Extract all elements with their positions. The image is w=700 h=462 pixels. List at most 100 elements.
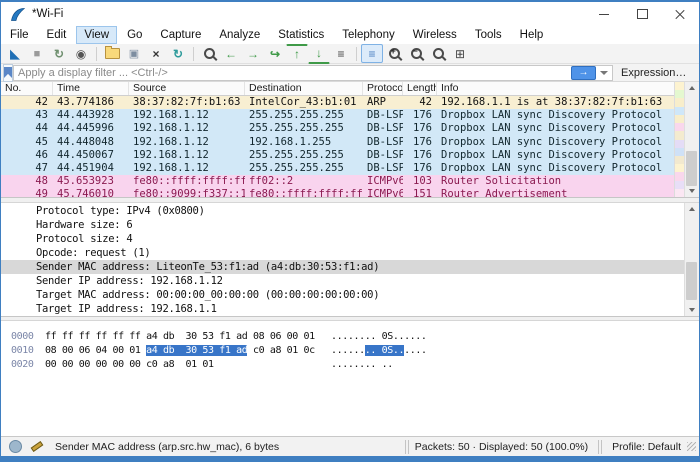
cell-no: 42 xyxy=(1,96,53,109)
menu-tools[interactable]: Tools xyxy=(467,26,510,44)
cell-time: 44.443928 xyxy=(53,109,129,122)
scrollbar-thumb[interactable] xyxy=(686,262,697,300)
hex-row[interactable]: 002000 00 00 00 00 00 c0 a8 01 01.......… xyxy=(1,358,699,372)
window-controls xyxy=(585,2,699,26)
packet-details-tree: Protocol type: IPv4 (0x0800)Hardware siz… xyxy=(1,203,685,316)
packet-row[interactable]: 4644.450067192.168.1.12255.255.255.255DB… xyxy=(1,149,675,162)
cell-protocol: DB-LSP_ xyxy=(363,109,403,122)
packet-row[interactable]: 4243.77418638:37:82:7f:b1:63IntelCor_43:… xyxy=(1,96,675,109)
column-header-source[interactable]: Source xyxy=(129,82,245,95)
scroll-down-icon[interactable] xyxy=(685,185,699,197)
open-file-icon[interactable] xyxy=(101,44,123,63)
cell-time: 44.445996 xyxy=(53,122,129,135)
scroll-up-icon[interactable] xyxy=(685,82,699,94)
hex-ascii-plain: .... xyxy=(404,345,426,356)
column-header-no[interactable]: No. xyxy=(1,82,53,95)
scroll-down-icon[interactable] xyxy=(685,304,699,316)
close-file-icon[interactable]: × xyxy=(145,44,167,63)
packet-row[interactable]: 4945.746010fe80::9099:f337::10fe80::ffff… xyxy=(1,188,675,197)
packet-row[interactable]: 4744.451904192.168.1.12255.255.255.255DB… xyxy=(1,162,675,175)
zoom-in-icon[interactable] xyxy=(383,44,405,63)
column-header-time[interactable]: Time xyxy=(53,82,129,95)
scrollbar-thumb[interactable] xyxy=(686,151,697,186)
cell-time: 43.774186 xyxy=(53,96,129,109)
packet-list-scrollbar[interactable] xyxy=(684,82,699,197)
save-file-icon[interactable]: ▣ xyxy=(123,44,145,63)
display-filter-input[interactable] xyxy=(14,66,571,80)
hex-offset: 0010 xyxy=(11,344,33,358)
capture-comment-icon[interactable] xyxy=(31,441,44,452)
display-filter-box: → xyxy=(13,65,613,81)
packet-row[interactable]: 4845.653923fe80::ffff:ffff:fffeff02::2IC… xyxy=(1,175,675,188)
menu-analyze[interactable]: Analyze xyxy=(211,26,268,44)
go-bottom-icon[interactable]: ↓ xyxy=(308,44,330,64)
detail-field[interactable]: Target MAC address: 00:00:00_00:00:00 (0… xyxy=(1,288,685,302)
packet-row[interactable]: 4444.445996192.168.1.12255.255.255.255DB… xyxy=(1,122,675,135)
detail-field[interactable]: Hardware size: 6 xyxy=(1,218,685,232)
packet-row[interactable]: 4544.448048192.168.1.12192.168.1.255DB-L… xyxy=(1,136,675,149)
menu-wireless[interactable]: Wireless xyxy=(405,26,465,44)
zoom-out-icon[interactable] xyxy=(405,44,427,63)
hex-row[interactable]: 0000ff ff ff ff ff ff a4 db 30 53 f1 ad … xyxy=(1,330,699,344)
stop-capture-icon[interactable]: ■ xyxy=(26,44,48,63)
detail-field[interactable]: Opcode: request (1) xyxy=(1,246,685,260)
expression-button[interactable]: Expression… xyxy=(621,67,686,79)
status-separator xyxy=(405,440,406,454)
menu-go[interactable]: Go xyxy=(119,26,150,44)
cell-no: 46 xyxy=(1,149,53,162)
start-capture-icon[interactable]: ◣ xyxy=(4,44,26,63)
menu-telephony[interactable]: Telephony xyxy=(334,26,402,44)
cell-no: 44 xyxy=(1,122,53,135)
cell-destination: fe80::ffff:ffff:fffe xyxy=(245,188,363,197)
hex-row[interactable]: 001008 00 06 04 00 01 a4 db 30 53 f1 ad … xyxy=(1,344,699,358)
resize-columns-icon[interactable]: ⊞ xyxy=(449,44,471,63)
detail-field[interactable]: Protocol type: IPv4 (0x0800) xyxy=(1,204,685,218)
column-header-destination[interactable]: Destination xyxy=(245,82,363,95)
cell-info: Dropbox LAN sync Discovery Protocol xyxy=(437,109,675,122)
menu-edit[interactable]: Edit xyxy=(39,26,75,44)
status-profile[interactable]: Profile: Default xyxy=(612,441,681,453)
cell-no: 43 xyxy=(1,109,53,122)
minimize-button[interactable] xyxy=(585,2,623,26)
close-button[interactable] xyxy=(661,2,699,26)
filter-bookmark-button[interactable] xyxy=(3,64,13,82)
details-scrollbar[interactable] xyxy=(684,203,699,316)
hex-ascii-plain: ........ 0S...... xyxy=(331,331,427,342)
resize-grip-icon[interactable] xyxy=(687,442,696,451)
detail-field[interactable]: Sender IP address: 192.168.1.12 xyxy=(1,274,685,288)
restart-capture-icon[interactable]: ↻ xyxy=(48,44,70,63)
go-to-packet-icon[interactable]: ↪ xyxy=(264,44,286,63)
expert-info-icon[interactable] xyxy=(9,440,22,453)
find-packet-icon[interactable] xyxy=(198,44,220,63)
apply-filter-button[interactable]: → xyxy=(571,66,596,80)
reload-file-icon[interactable]: ↻ xyxy=(167,44,189,63)
column-header-length[interactable]: Length xyxy=(403,82,437,95)
zoom-100-icon[interactable] xyxy=(427,44,449,63)
detail-field[interactable]: Sender MAC address: LiteonTe_53:f1:ad (a… xyxy=(1,260,685,274)
maximize-button[interactable] xyxy=(623,2,661,26)
packet-list-pane: No.TimeSourceDestinationProtocolLengthIn… xyxy=(1,82,699,197)
go-back-icon[interactable]: ← xyxy=(220,44,242,63)
colorize-icon[interactable]: ≡ xyxy=(361,44,383,63)
scroll-up-icon[interactable] xyxy=(685,203,699,215)
column-header-protocol[interactable]: Protocol xyxy=(363,82,403,95)
detail-field[interactable]: Target IP address: 192.168.1.1 xyxy=(1,302,685,316)
go-forward-icon[interactable]: → xyxy=(242,44,264,63)
title-bar[interactable]: *Wi-Fi xyxy=(1,2,699,26)
menu-statistics[interactable]: Statistics xyxy=(270,26,332,44)
cell-source: 192.168.1.12 xyxy=(129,162,245,175)
detail-field[interactable]: Protocol size: 4 xyxy=(1,232,685,246)
menu-capture[interactable]: Capture xyxy=(152,26,209,44)
packet-row[interactable]: 4344.443928192.168.1.12255.255.255.255DB… xyxy=(1,109,675,122)
capture-options-icon[interactable]: ◉ xyxy=(70,44,92,63)
cell-time: 44.450067 xyxy=(53,149,129,162)
hex-ascii: ........ .. xyxy=(331,358,393,372)
go-top-icon[interactable]: ↑ xyxy=(286,44,308,64)
auto-scroll-icon[interactable]: ≡ xyxy=(330,44,352,63)
menu-help[interactable]: Help xyxy=(512,26,552,44)
filter-dropdown-caret-icon[interactable] xyxy=(600,71,608,75)
menu-file[interactable]: File xyxy=(2,26,37,44)
column-header-info[interactable]: Info xyxy=(437,82,699,95)
zoom-out-icon xyxy=(411,48,422,59)
menu-view[interactable]: View xyxy=(76,26,117,44)
